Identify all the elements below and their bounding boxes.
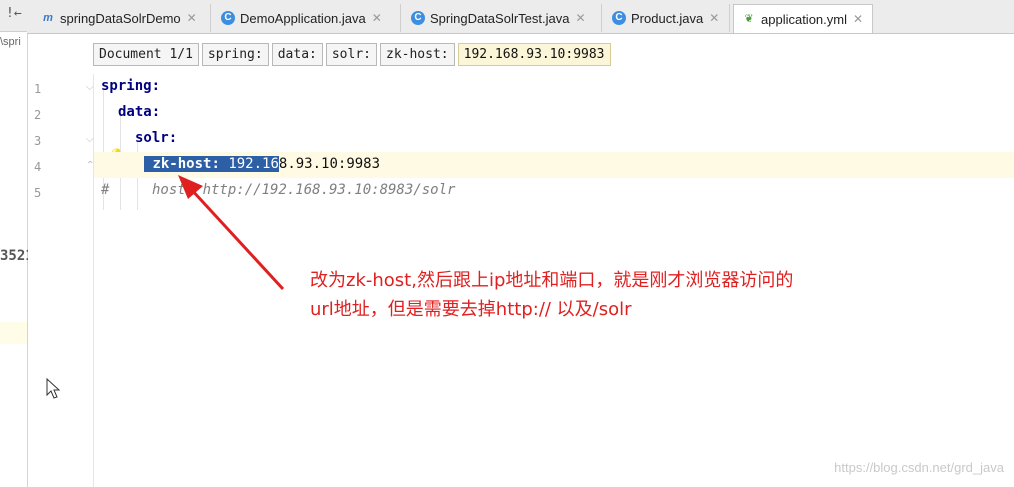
annotation-text: 改为zk-host,然后跟上ip地址和端口，就是刚才浏览器访问的 url地址，但… xyxy=(310,266,793,324)
annotation-arrow xyxy=(178,175,285,291)
annotation-line-1: 改为zk-host,然后跟上ip地址和端口，就是刚才浏览器访问的 xyxy=(310,270,794,291)
watermark: https://blog.csdn.net/grd_java xyxy=(834,460,1004,475)
mouse-pointer-icon xyxy=(46,378,61,399)
annotation-line-2: url地址，但是需要去掉http:// 以及/solr xyxy=(310,299,632,320)
